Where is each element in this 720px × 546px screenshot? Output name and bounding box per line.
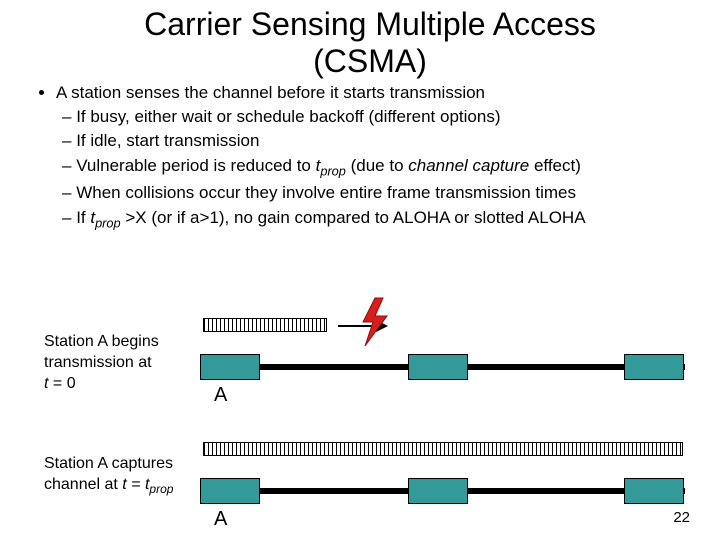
row1-caption: Station A begins transmission at t = 0: [44, 332, 204, 394]
r2c2b: t = t: [122, 476, 149, 493]
sb3-post: (due to: [346, 156, 408, 175]
sub-bullet-2: If idle, start transmission: [80, 130, 698, 152]
sb5-pre: If: [76, 208, 90, 227]
station-right-box-2: [624, 478, 684, 504]
diagram-row-1: Station A begins transmission at t = 0 A: [0, 324, 720, 434]
bullet-main: A station senses the channel before it s…: [56, 82, 698, 232]
diagram-row-2: Station A captures channel at t = tprop …: [0, 448, 720, 538]
sb5-post: >X (or if a>1), no gain compared to ALOH…: [121, 208, 586, 227]
row2-caption: Station A captures channel at t = tprop: [44, 454, 204, 498]
slide-title: Carrier Sensing Multiple Access (CSMA): [60, 6, 680, 80]
station-mid-box-2: [408, 478, 468, 504]
bullet-list: A station senses the channel before it s…: [38, 82, 698, 232]
sb5-sub: prop: [95, 215, 121, 230]
r2c1: Station A captures: [44, 455, 173, 472]
station-a-label-2: A: [214, 508, 227, 531]
propagation-region-2: [203, 442, 683, 456]
row2-timeline: A: [200, 448, 690, 538]
sub-bullet-5: If tprop >X (or if a>1), no gain compare…: [80, 207, 698, 232]
sub-bullet-3: Vulnerable period is reduced to tprop (d…: [80, 155, 698, 180]
sb3-pre: Vulnerable period is reduced to: [76, 156, 315, 175]
r2c2a: channel at: [44, 476, 122, 493]
r1c3b: = 0: [48, 375, 75, 392]
sub-bullet-1: If busy, either wait or schedule backoff…: [80, 106, 698, 128]
station-a-box-2: [200, 478, 260, 504]
station-right-box: [624, 354, 684, 380]
row1-timeline: A: [200, 324, 690, 414]
lightning-icon: [355, 296, 395, 348]
r1c2: transmission at: [44, 354, 152, 371]
station-a-label: A: [214, 384, 227, 407]
sb3-em: channel capture: [408, 156, 529, 175]
r1c1: Station A begins: [44, 333, 159, 350]
slide-number: 22: [673, 509, 690, 526]
r2c2c: prop: [149, 482, 173, 496]
station-mid-box: [408, 354, 468, 380]
station-a-box: [200, 354, 260, 380]
propagation-region: [203, 318, 327, 332]
title-line-1: Carrier Sensing Multiple Access: [144, 6, 596, 42]
sb3-tail: effect): [529, 156, 581, 175]
title-line-2: (CSMA): [313, 43, 427, 79]
sb3-sub: prop: [320, 163, 346, 178]
bullet-main-text: A station senses the channel before it s…: [56, 83, 485, 102]
sub-bullet-4: When collisions occur they involve entir…: [80, 182, 698, 204]
